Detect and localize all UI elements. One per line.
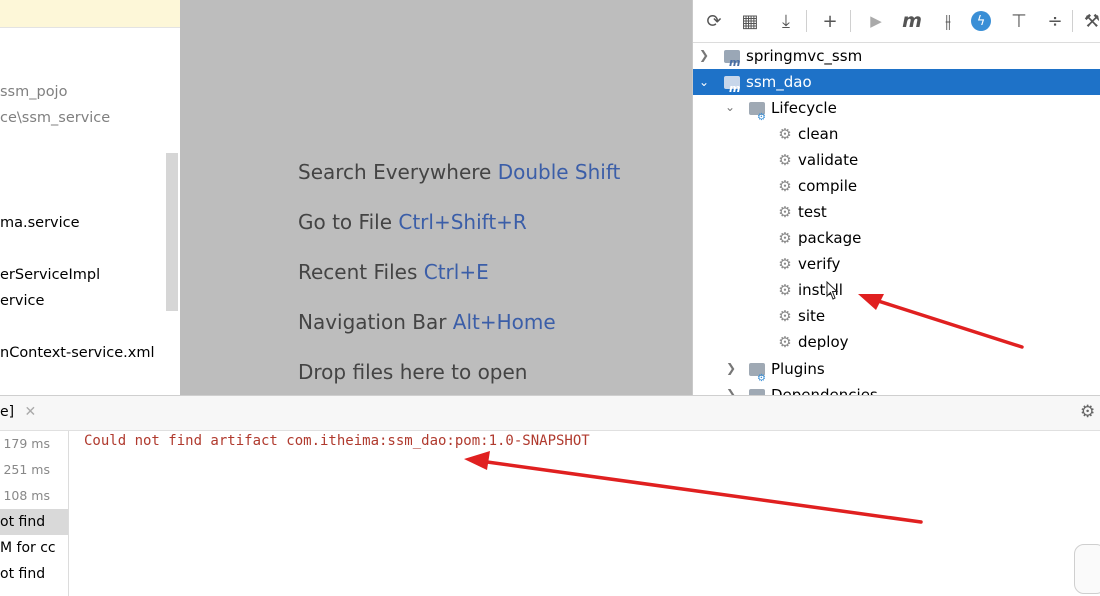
tree-row-ssm-pojo[interactable]: ssm_pojo [0,84,67,100]
history-item[interactable]: 108 ms [0,483,68,509]
project-tree-highlight-bar [0,0,180,28]
goal-clean[interactable]: ⚙ clean [777,121,838,147]
hint-drop-files: Drop files here to open [298,360,528,384]
maven-toolbar: ⟳ ▦ ⤓ + ▶ m ⫲ ϟ ⊤ ÷ ⚒ [693,0,1100,43]
folder-gear-icon: ⚙ [749,98,767,123]
gear-icon: ⚙ [778,151,792,169]
maven-project-ssm-dao[interactable]: m ssm_dao [724,69,812,95]
gear-icon: ⚙ [778,203,792,221]
add-icon[interactable]: + [817,8,843,34]
goal-compile[interactable]: ⚙ compile [777,173,857,199]
tree-row-service-package[interactable]: ma.service [0,215,80,231]
settings-wrench-icon[interactable]: ⚒ [1079,8,1100,34]
gear-icon: ⚙ [778,333,792,351]
build-history-list: 179 ms 251 ms 108 ms ot find M for cc ot… [0,431,69,596]
chevron-right-icon[interactable]: ❯ [699,48,709,62]
tree-row-ssm-service[interactable]: ce\ssm_service [0,110,110,126]
reload-icon[interactable]: ⟳ [701,8,727,34]
history-item[interactable]: ot find [0,509,68,535]
chevron-down-icon[interactable]: ⌄ [725,100,735,114]
gear-icon: ⚙ [778,307,792,325]
history-item[interactable]: M for cc [0,535,68,561]
close-icon[interactable]: ✕ [25,404,37,420]
gear-icon: ⚙ [778,229,792,247]
hint-search-everywhere: Search Everywhere Double Shift [298,160,621,184]
lifecycle-folder[interactable]: ⚙ Lifecycle [749,95,837,123]
toolbar-separator [806,10,807,32]
hint-go-to-file: Go to File Ctrl+Shift+R [298,210,527,234]
editor-empty-area: Search Everywhere Double Shift Go to Fil… [180,0,692,395]
history-item[interactable]: ot find [0,561,68,587]
gear-icon: ⚙ [778,255,792,273]
project-tree-panel: ssm_pojo ce\ssm_service ma.service erSer… [0,0,180,395]
tree-row-service[interactable]: ervice [0,293,44,309]
settings-gear-icon[interactable]: ⚙ [1080,402,1095,422]
history-item[interactable]: 251 ms [0,457,68,483]
run-panel: e] ✕ ⚙ 179 ms 251 ms 108 ms ot find M fo… [0,395,1100,596]
run-tab-bar: e] ✕ ⚙ [0,396,1100,431]
chevron-down-icon[interactable]: ⌄ [699,75,709,89]
dependencies-folder[interactable]: Dependencies [749,382,878,395]
toggle-offline-icon[interactable]: ⫲ [935,8,961,34]
gear-icon: ⚙ [778,281,792,299]
console-error-line: Could not find artifact com.itheima:ssm_… [84,433,590,449]
goal-site[interactable]: ⚙ site [777,303,825,329]
run-tab[interactable]: e] ✕ [0,404,36,420]
show-dependencies-icon[interactable]: ⊤ [1006,8,1032,34]
maven-project-springmvc-ssm[interactable]: m springmvc_ssm [724,43,862,69]
hint-recent-files: Recent Files Ctrl+E [298,260,489,284]
mouse-cursor-icon [826,281,839,300]
goal-deploy[interactable]: ⚙ deploy [777,329,848,355]
execute-goal-icon[interactable]: m [899,8,925,34]
goal-test[interactable]: ⚙ test [777,199,827,225]
gear-icon: ⚙ [778,177,792,195]
toolbar-separator [850,10,851,32]
generate-sources-icon[interactable]: ▦ [737,8,763,34]
maven-module-icon: m [724,46,742,69]
collapse-all-icon[interactable]: ÷ [1042,8,1068,34]
goal-package[interactable]: ⚙ package [777,225,861,251]
folder-icon [749,385,767,395]
hint-navigation-bar: Navigation Bar Alt+Home [298,310,556,334]
tree-row-application-context[interactable]: nContext-service.xml [0,345,155,361]
maven-module-icon: m [724,72,742,95]
chevron-right-icon[interactable]: ❯ [726,361,736,375]
toolbar-separator [1072,10,1073,32]
run-icon[interactable]: ▶ [863,8,889,34]
folder-gear-icon: ⚙ [749,359,767,384]
download-icon[interactable]: ⤓ [773,8,799,34]
goal-verify[interactable]: ⚙ verify [777,251,840,277]
gear-icon: ⚙ [778,125,792,143]
maven-panel: ⟳ ▦ ⤓ + ▶ m ⫲ ϟ ⊤ ÷ ⚒ ❯ m springmvc_ssm ⌄… [692,0,1100,395]
floating-widget[interactable] [1074,544,1100,594]
goal-validate[interactable]: ⚙ validate [777,147,858,173]
history-item[interactable]: 179 ms [0,431,68,457]
chevron-right-icon[interactable]: ❯ [726,387,736,395]
plugins-folder[interactable]: ⚙ Plugins [749,356,825,384]
tree-row-service-impl[interactable]: erServiceImpl [0,267,100,283]
project-tree-scrollbar[interactable] [166,153,178,311]
skip-tests-icon[interactable]: ϟ [971,11,991,31]
